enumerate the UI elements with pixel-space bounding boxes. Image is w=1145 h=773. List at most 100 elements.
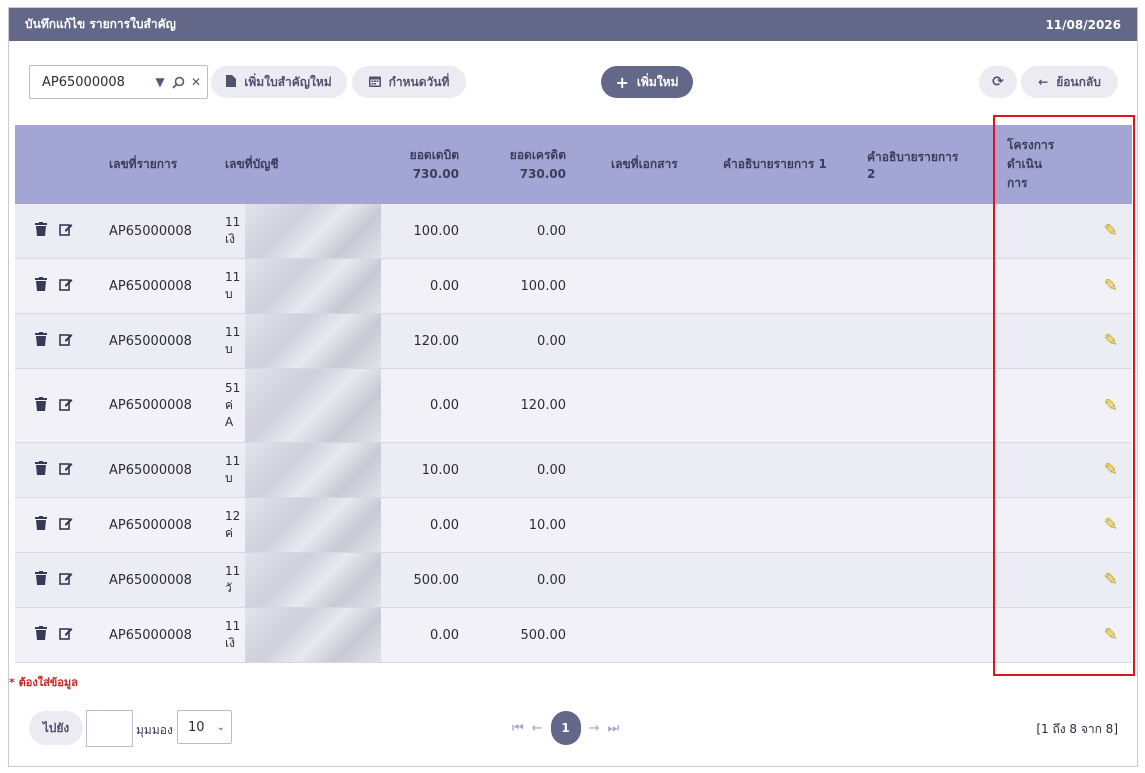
debit-cell: 0.00 <box>430 517 459 533</box>
title-bar: บันทึกแก้ไข รายการใบสำคัญ 11/08/2026 <box>9 8 1137 41</box>
header-desc2: คำอธิบายรายการ 2 <box>867 150 959 181</box>
table-row: AP65000008 51 ค่ A 0.00 120.00 ✎ <box>15 369 1132 443</box>
account-text: 11 <box>225 454 241 468</box>
pencil-icon[interactable]: ✎ <box>1104 276 1118 296</box>
edit-icon[interactable] <box>59 461 73 479</box>
edit-icon[interactable] <box>59 626 73 644</box>
first-page-icon[interactable]: ⏮ <box>512 721 524 736</box>
account-text: เงิ <box>225 232 235 246</box>
edit-icon[interactable] <box>59 332 73 350</box>
doc-no-cell <box>566 443 686 497</box>
back-label: ย้อนกลับ <box>1056 74 1101 89</box>
project-cell: ✎ <box>970 608 1132 662</box>
entry-no-cell: AP65000008 <box>109 627 192 643</box>
debit-cell: 120.00 <box>413 333 460 349</box>
set-date-button[interactable]: กำหนดวันที่ <box>352 66 466 98</box>
goto-button[interactable]: ไปยัง <box>29 711 83 745</box>
desc2-cell <box>830 369 970 442</box>
credit-cell: 0.00 <box>537 462 566 478</box>
table-body: AP65000008 11 เงิ 100.00 0.00 ✎ AP65000008 11 บ 0… <box>15 204 1132 663</box>
pencil-icon[interactable]: ✎ <box>1104 625 1118 645</box>
table-row: AP65000008 12 ค่ 0.00 10.00 ✎ <box>15 498 1132 553</box>
redacted-area <box>245 314 381 368</box>
add-new-button[interactable]: + เพิ่มใหม่ <box>601 66 693 98</box>
pencil-icon[interactable]: ✎ <box>1104 221 1118 241</box>
trash-icon[interactable] <box>35 277 47 295</box>
pencil-icon[interactable]: ✎ <box>1104 515 1118 535</box>
document-combo[interactable]: AP65000008 ▼ ✕ <box>29 65 208 99</box>
desc1-cell <box>686 314 830 368</box>
header-credit: ยอดเครดิต 730.00 <box>459 125 566 204</box>
desc2-cell <box>830 443 970 497</box>
header-credit-label: ยอดเครดิต <box>509 147 566 162</box>
pencil-icon[interactable]: ✎ <box>1104 460 1118 480</box>
debit-cell: 0.00 <box>430 627 459 643</box>
trash-icon[interactable] <box>35 332 47 350</box>
pencil-icon[interactable]: ✎ <box>1104 396 1118 416</box>
entry-no-cell: AP65000008 <box>109 517 192 533</box>
entry-no-cell: AP65000008 <box>109 572 192 588</box>
edit-icon[interactable] <box>59 277 73 295</box>
row-actions <box>15 204 109 258</box>
pencil-icon[interactable]: ✎ <box>1104 570 1118 590</box>
trash-icon[interactable] <box>35 626 47 644</box>
account-no-cell: 11 เงิ <box>225 608 381 662</box>
arrow-left-icon: ← <box>1038 75 1049 89</box>
edit-icon[interactable] <box>59 571 73 589</box>
main-panel: บันทึกแก้ไข รายการใบสำคัญ 11/08/2026 AP6… <box>8 7 1138 767</box>
document-combo-value: AP65000008 <box>42 74 125 90</box>
doc-no-cell <box>566 259 686 313</box>
doc-no-cell <box>566 498 686 552</box>
account-text: 12 <box>225 509 241 523</box>
entry-no-cell: AP65000008 <box>109 223 192 239</box>
entry-no-cell: AP65000008 <box>109 333 192 349</box>
next-page-icon[interactable]: → <box>589 721 600 736</box>
desc1-cell <box>686 498 830 552</box>
credit-cell: 0.00 <box>537 223 566 239</box>
trash-icon[interactable] <box>35 516 47 534</box>
account-text: บ <box>225 471 233 485</box>
trash-icon[interactable] <box>35 396 47 415</box>
clear-icon[interactable]: ✕ <box>189 75 203 89</box>
header-account-no: เลขที่บัญชี <box>225 157 279 171</box>
page-size-select[interactable]: 10 ⌄ <box>177 710 232 744</box>
refresh-button[interactable]: ⟳ <box>979 66 1017 98</box>
account-no-cell: 11 บ <box>225 443 381 497</box>
trash-icon[interactable] <box>35 571 47 589</box>
trash-icon[interactable] <box>35 222 47 240</box>
project-cell: ✎ <box>970 314 1132 368</box>
range-text: [1 ถึง 8 จาก 8] <box>1036 722 1118 736</box>
edit-icon[interactable] <box>59 397 73 415</box>
table-header: เลขที่รายการ เลขที่บัญชี ยอดเดบิต 730.00… <box>15 125 1132 204</box>
credit-cell: 0.00 <box>537 572 566 588</box>
account-text: 11 <box>225 325 241 339</box>
refresh-icon: ⟳ <box>992 74 1004 90</box>
add-voucher-button[interactable]: เพิ่มใบสำคัญใหม่ <box>211 66 347 98</box>
prev-page-icon[interactable]: ← <box>532 721 543 736</box>
account-no-cell: 11 วั <box>225 553 381 607</box>
redacted-area <box>245 443 381 497</box>
header-project-line2: ดำเนิน <box>1007 157 1043 171</box>
credit-cell: 10.00 <box>528 517 566 533</box>
edit-icon[interactable] <box>59 516 73 534</box>
page-number-input[interactable] <box>86 710 133 747</box>
edit-icon[interactable] <box>59 222 73 240</box>
last-page-icon[interactable]: ⏭ <box>608 721 620 736</box>
search-icon[interactable] <box>171 75 185 89</box>
account-text: 11 <box>225 270 241 284</box>
table-row: AP65000008 11 เงิ 100.00 0.00 ✎ <box>15 204 1132 259</box>
desc1-cell <box>686 369 830 442</box>
page-size-value: 10 <box>188 719 205 735</box>
current-page-button[interactable]: 1 <box>550 711 581 745</box>
header-project-line3: การ <box>1007 176 1028 190</box>
caret-down-icon[interactable]: ▼ <box>153 75 167 89</box>
redacted-area <box>245 608 381 662</box>
table-row: AP65000008 11 เงิ 0.00 500.00 ✎ <box>15 608 1132 663</box>
account-text: วั <box>225 581 232 595</box>
pencil-icon[interactable]: ✎ <box>1104 331 1118 351</box>
row-actions <box>15 259 109 313</box>
back-button[interactable]: ← ย้อนกลับ <box>1021 66 1118 98</box>
doc-no-cell <box>566 553 686 607</box>
trash-icon[interactable] <box>35 461 47 479</box>
file-icon <box>226 74 237 90</box>
